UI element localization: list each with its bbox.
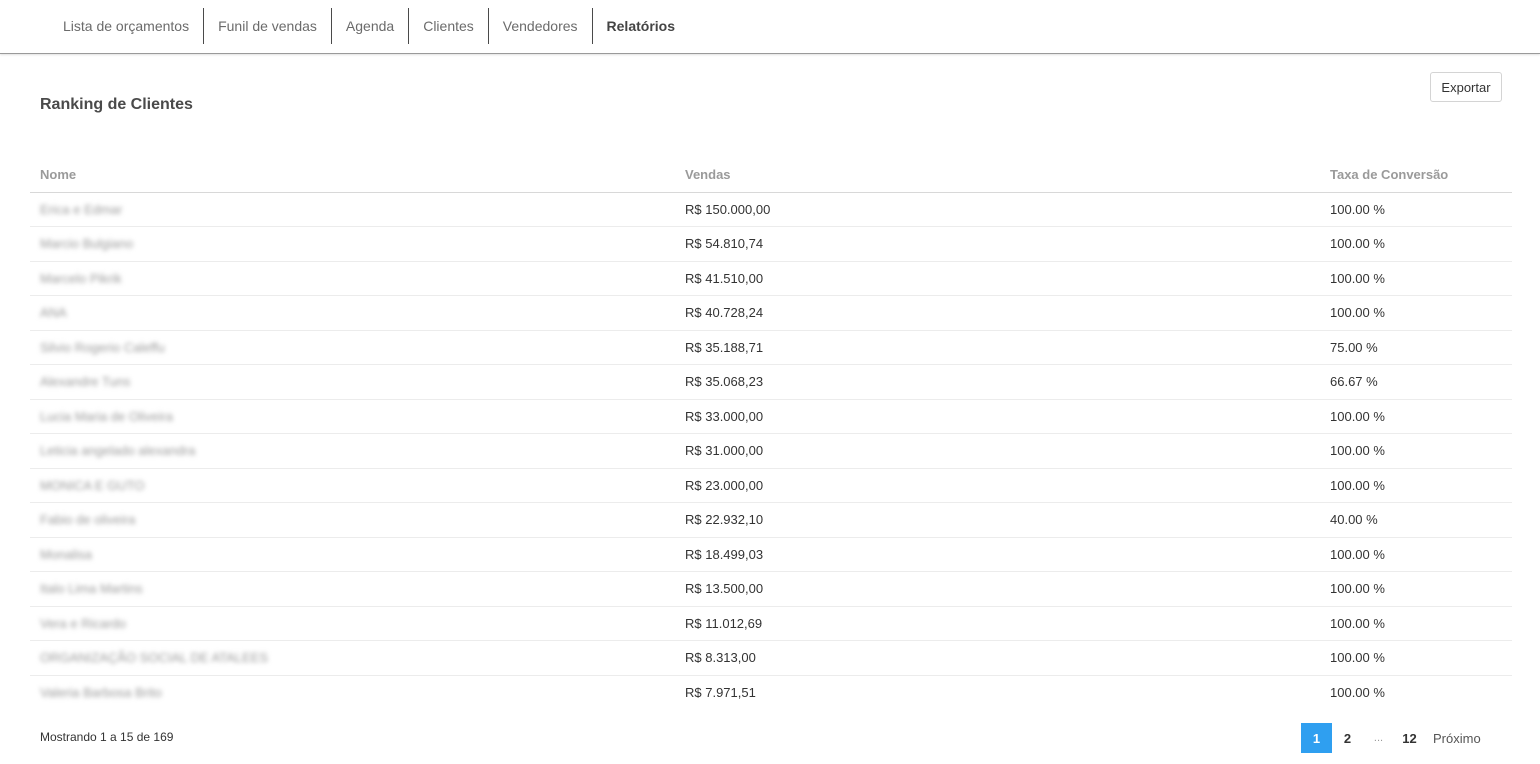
top-navigation: Lista de orçamentos Funil de vendas Agen…	[0, 0, 1540, 54]
tab-vendedores[interactable]: Vendedores	[487, 8, 592, 44]
cell-nome: Valeria Barbosa Brito	[40, 685, 162, 700]
cell-taxa: 66.67 %	[1320, 364, 1512, 400]
table-row[interactable]: Silvio Rogerio Caleffu R$ 35.188,71 75.0…	[30, 330, 1512, 365]
cell-nome: Marcelo Pikrik	[30, 261, 675, 296]
cell-vendas: R$ 33.000,00	[675, 399, 1320, 434]
cell-vendas: R$ 35.188,71	[675, 330, 1320, 365]
table-row[interactable]: Alexandre Tuns R$ 35.068,23 66.67 %	[30, 364, 1512, 400]
page-title: Ranking de Clientes	[40, 96, 193, 113]
cell-vendas: R$ 54.810,74	[675, 226, 1320, 262]
table-row[interactable]: ANA R$ 40.728,24 100.00 %	[30, 295, 1512, 331]
table-row[interactable]: Marcelo Pikrik R$ 41.510,00 100.00 %	[30, 261, 1512, 296]
page-1-button[interactable]: 1	[1301, 723, 1332, 753]
cell-vendas: R$ 18.499,03	[675, 537, 1320, 572]
cell-vendas: R$ 11.012,69	[675, 606, 1320, 641]
cell-taxa: 100.00 %	[1320, 295, 1512, 331]
tab-lista-de-orcamentos[interactable]: Lista de orçamentos	[49, 8, 203, 44]
table-row[interactable]: Erica e Edmar R$ 150.000,00 100.00 %	[30, 192, 1512, 227]
table-row[interactable]: Monalisa R$ 18.499,03 100.00 %	[30, 537, 1512, 572]
export-button[interactable]: Exportar	[1430, 72, 1502, 102]
table-row[interactable]: MONICA E GUTO R$ 23.000,00 100.00 %	[30, 468, 1512, 503]
cell-vendas: R$ 23.000,00	[675, 468, 1320, 503]
cell-taxa: 100.00 %	[1320, 606, 1512, 641]
cell-nome: ORGANIZAÇÃO SOCIAL DE ATALEES	[30, 640, 675, 676]
table-row[interactable]: Valeria Barbosa Brito R$ 7.971,51 100.00…	[30, 675, 1512, 710]
cell-nome: Monalisa	[30, 537, 675, 572]
cell-taxa: 100.00 %	[1320, 640, 1512, 676]
cell-nome: Italo Lima Martins	[30, 571, 675, 607]
table-row[interactable]: Vera e Ricardo R$ 11.012,69 100.00 %	[30, 606, 1512, 641]
cell-nome: MONICA E GUTO	[30, 468, 675, 503]
cell-vendas: R$ 31.000,00	[675, 433, 1320, 469]
cell-vendas: R$ 150.000,00	[675, 192, 1320, 227]
pagination: 1 2 ... 12 Próximo	[1301, 723, 1487, 753]
cell-taxa: 100.00 %	[1320, 537, 1512, 572]
cell-taxa: 100.00 %	[1320, 226, 1512, 262]
cell-nome: Vera e Ricardo	[30, 606, 675, 641]
cell-taxa: 100.00 %	[1320, 399, 1512, 434]
cell-taxa: 100.00 %	[1320, 433, 1512, 469]
cell-taxa: 100.00 %	[1320, 468, 1512, 503]
table-row[interactable]: Italo Lima Martins R$ 13.500,00 100.00 %	[30, 571, 1512, 607]
cell-nome: Silvio Rogerio Caleffu	[30, 330, 675, 365]
cell-nome: ANA	[30, 295, 675, 331]
tab-funil-de-vendas[interactable]: Funil de vendas	[203, 8, 331, 44]
table-row[interactable]: ORGANIZAÇÃO SOCIAL DE ATALEES R$ 8.313,0…	[30, 640, 1512, 676]
cell-vendas: R$ 22.932,10	[675, 502, 1320, 538]
table-header-row: Nome Vendas Taxa de Conversão	[30, 157, 1512, 193]
cell-taxa: 40.00 %	[1320, 502, 1512, 538]
cell-nome: Alexandre Tuns	[30, 364, 675, 400]
tab-clientes[interactable]: Clientes	[408, 8, 488, 44]
cell-vendas: R$ 13.500,00	[675, 571, 1320, 607]
column-header-taxa-de-conversao[interactable]: Taxa de Conversão	[1320, 157, 1512, 193]
column-header-nome[interactable]: Nome	[30, 157, 675, 193]
table-row[interactable]: Leticia angelado alexandra R$ 31.000,00 …	[30, 433, 1512, 469]
tab-relatorios[interactable]: Relatórios	[591, 8, 689, 44]
cell-nome: Erica e Edmar	[30, 192, 675, 227]
cell-vendas: R$ 41.510,00	[675, 261, 1320, 296]
page-12-button[interactable]: 12	[1394, 723, 1425, 753]
tab-agenda[interactable]: Agenda	[330, 8, 408, 44]
cell-taxa: 100.00 %	[1320, 192, 1512, 227]
cell-taxa: 75.00 %	[1320, 330, 1512, 365]
cell-vendas: R$ 35.068,23	[675, 364, 1320, 400]
cell-vendas: R$ 7.971,51	[685, 685, 756, 700]
cell-taxa: 100.00 %	[1330, 685, 1385, 700]
table-row[interactable]: Fabio de oliveira R$ 22.932,10 40.00 %	[30, 502, 1512, 538]
table-row[interactable]: Lucia Maria de Oliveira R$ 33.000,00 100…	[30, 399, 1512, 434]
ranking-table: Nome Vendas Taxa de Conversão Erica e Ed…	[30, 157, 1512, 710]
cell-nome: Leticia angelado alexandra	[30, 433, 675, 469]
cell-taxa: 100.00 %	[1320, 261, 1512, 296]
cell-nome: Lucia Maria de Oliveira	[30, 399, 675, 434]
next-page-button[interactable]: Próximo	[1425, 723, 1487, 753]
cell-nome: Fabio de oliveira	[30, 502, 675, 538]
cell-taxa: 100.00 %	[1320, 571, 1512, 607]
cell-vendas: R$ 40.728,24	[675, 295, 1320, 331]
column-header-vendas[interactable]: Vendas	[675, 157, 1320, 193]
nav-tabs: Lista de orçamentos Funil de vendas Agen…	[49, 8, 689, 44]
cell-vendas: R$ 8.313,00	[675, 640, 1320, 676]
table-row[interactable]: Marcio Bulgiano R$ 54.810,74 100.00 %	[30, 226, 1512, 262]
pagination-ellipsis: ...	[1373, 732, 1384, 744]
cell-nome: Marcio Bulgiano	[30, 226, 675, 262]
page-2-button[interactable]: 2	[1332, 723, 1363, 753]
pagination-summary: Mostrando 1 a 15 de 169	[40, 730, 174, 744]
